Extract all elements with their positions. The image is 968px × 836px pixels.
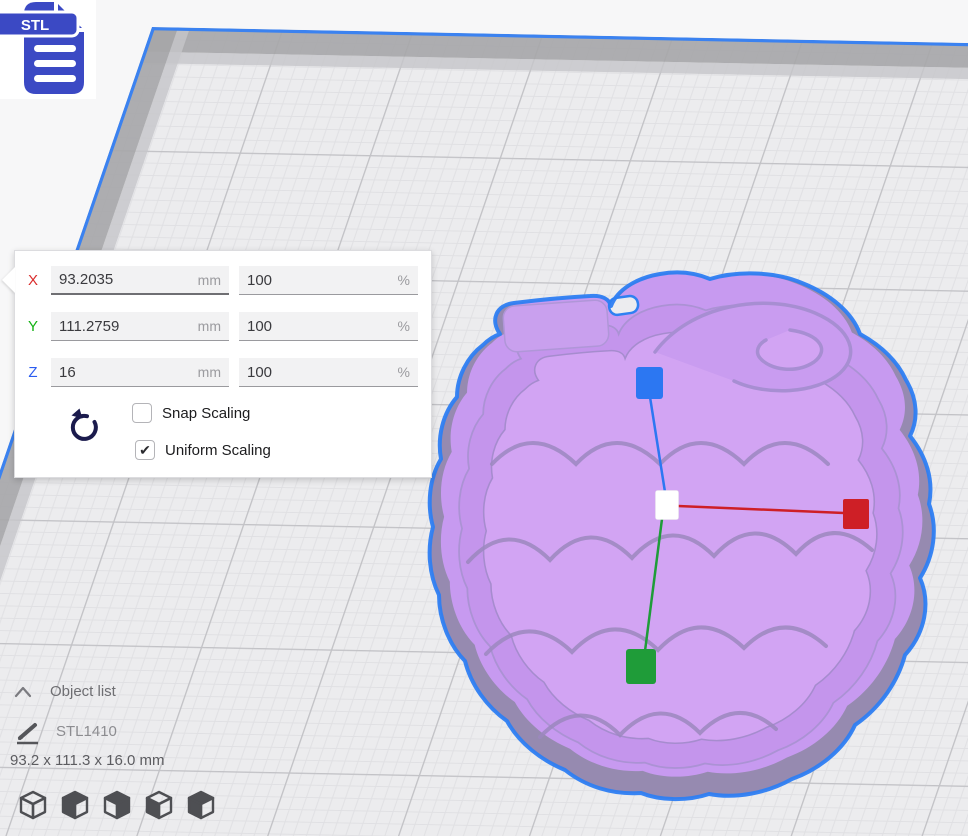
cube-wireframe-icon (18, 789, 48, 821)
chevron-up-icon (14, 685, 32, 699)
y-size-unit: mm (198, 318, 221, 334)
model-raspberry-mold[interactable] (430, 272, 934, 799)
cube-left-filled-icon (144, 789, 174, 821)
object-name: STL1410 (56, 723, 117, 740)
x-axis-label: X (15, 272, 51, 289)
view-right-button[interactable] (186, 789, 216, 821)
y-percent-unit: % (398, 318, 410, 334)
svg-text:STL: STL (21, 17, 49, 34)
z-axis-label: Z (15, 364, 51, 381)
uniform-scaling-label: Uniform Scaling (165, 442, 271, 459)
snap-scaling-label: Snap Scaling (162, 405, 250, 422)
object-list-label: Object list (50, 683, 116, 700)
y-size-input[interactable]: 111.2759 mm (51, 312, 229, 341)
view-top-button[interactable] (102, 789, 132, 821)
document-icon: STL (0, 0, 96, 99)
camera-view-toolbar (18, 789, 216, 821)
z-percent-unit: % (398, 364, 410, 380)
y-axis-label: Y (15, 318, 51, 335)
scale-y-handle-green[interactable] (626, 649, 656, 684)
x-percent-input[interactable]: 100 % (239, 266, 418, 295)
panel-notch (2, 267, 15, 293)
scale-x-handle-red[interactable] (843, 499, 869, 529)
z-size-input[interactable]: 16 mm (51, 358, 229, 387)
view-front-button[interactable] (60, 789, 90, 821)
view-left-button[interactable] (144, 789, 174, 821)
stl-file-logo: STL (0, 0, 96, 99)
center-handle-white[interactable] (656, 491, 679, 520)
uniform-scaling-checkbox[interactable]: ✔ (135, 440, 155, 460)
cube-top-right-filled-icon (102, 789, 132, 821)
object-list-item[interactable]: STL1410 (14, 717, 117, 745)
scale-tool-panel: X 93.2035 mm 100 % Y 111.2759 mm 100 % Z (14, 250, 432, 478)
snap-scaling-checkbox[interactable] (132, 403, 152, 423)
model-dimensions-label: 93.2 x 111.3 x 16.0 mm (10, 752, 165, 769)
view-3d-button[interactable] (18, 789, 48, 821)
object-list-toggle[interactable]: Object list (14, 683, 116, 700)
cura-viewport: STL X 93.2035 mm 100 % Y 111.2759 mm 10 (0, 0, 968, 836)
z-size-unit: mm (198, 364, 221, 380)
checkmark-icon: ✔ (139, 443, 151, 457)
x-size-unit: mm (198, 272, 221, 288)
z-percent-input[interactable]: 100 % (239, 358, 418, 387)
scale-z-handle-blue[interactable] (636, 367, 663, 399)
x-percent-unit: % (398, 272, 410, 288)
y-percent-input[interactable]: 100 % (239, 312, 418, 341)
stl-badge: STL (0, 12, 78, 36)
reset-scale-button[interactable] (67, 407, 103, 445)
x-size-input[interactable]: 93.2035 mm (51, 266, 229, 295)
cube-top-left-filled-icon (186, 789, 216, 821)
cube-solid-icon (60, 789, 90, 821)
reset-counterclockwise-arrow-icon (67, 407, 103, 445)
mesh-pencil-icon (14, 717, 42, 745)
